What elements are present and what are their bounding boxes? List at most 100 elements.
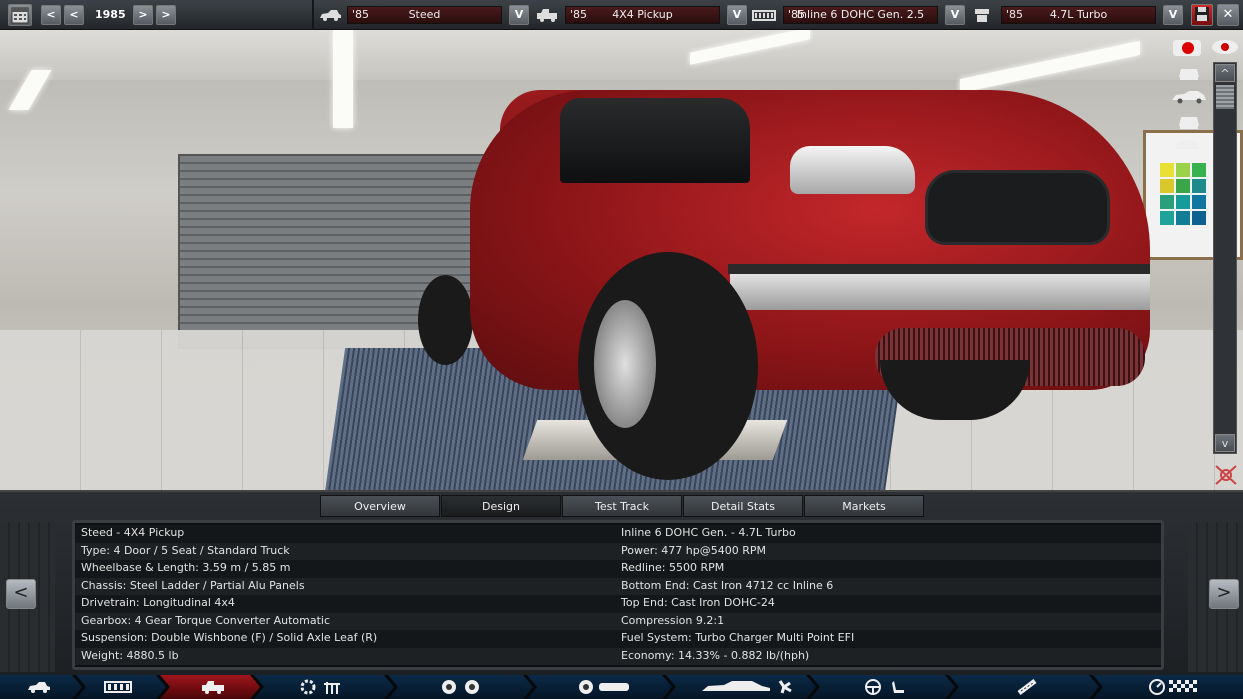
car-model-icon	[320, 10, 341, 21]
wheelbase-value: Wheelbase & Length: 3.59 m / 5.85 m	[81, 561, 291, 574]
calendar-icon[interactable]	[8, 4, 32, 26]
trim-selector[interactable]: '85 4X4 Pickup	[565, 6, 720, 24]
truck-window	[560, 98, 750, 183]
detail-row: Steed - 4X4 Pickup Inline 6 DOHC Gen. - …	[75, 525, 1161, 543]
bottom-end-value: Bottom End: Cast Iron 4712 cc Inline 6	[621, 578, 834, 592]
detail-row: Chassis: Steel Ladder / Partial Alu Pane…	[75, 577, 1161, 595]
type-value: Type: 4 Door / 5 Seat / Standard Truck	[81, 543, 290, 557]
interior-icon	[864, 679, 910, 695]
engine-icon	[300, 679, 350, 695]
design-details-table: Steed - 4X4 Pickup Inline 6 DOHC Gen. - …	[72, 520, 1164, 670]
detail-row: Gearbox: 4 Gear Torque Converter Automat…	[75, 612, 1161, 630]
scroll-down-button[interactable]: v	[1215, 434, 1235, 452]
gearbox-value: Gearbox: 4 Gear Torque Converter Automat…	[81, 613, 331, 627]
truck-headlight	[790, 146, 915, 194]
close-icon[interactable]: ✕	[1217, 4, 1239, 26]
stage-interior[interactable]	[810, 675, 955, 699]
camera-record-icon[interactable]	[1172, 36, 1202, 58]
detail-row: Type: 4 Door / 5 Seat / Standard Truck P…	[75, 542, 1161, 560]
toolbar-divider	[312, 0, 314, 30]
car-3d-viewport[interactable]: ^ v	[0, 30, 1243, 490]
brakes-icon	[577, 679, 633, 695]
stage-test-track[interactable]	[1093, 675, 1243, 699]
stage-engine[interactable]	[254, 675, 394, 699]
truck-grille	[925, 170, 1110, 245]
zoom-scrollbar[interactable]: ^ v	[1213, 62, 1237, 454]
reset-camera-icon[interactable]	[1212, 462, 1240, 488]
suspension-icon	[440, 679, 484, 695]
year-back-fast-button[interactable]: <	[41, 5, 61, 25]
tab-overview[interactable]: Overview	[320, 495, 440, 517]
info-panel: Overview Design Test Track Detail Stats …	[0, 490, 1243, 675]
car-name-value: Steed - 4X4 Pickup	[81, 526, 185, 539]
front-view-icon[interactable]	[1174, 61, 1204, 83]
car-model-name: Steed	[408, 8, 441, 21]
exhaust-icon	[1015, 679, 1041, 695]
drivetrain-value: Drivetrain: Longitudinal 4x4	[81, 596, 235, 609]
detail-row: Weight: 4880.5 lb Economy: 14.33% - 0.88…	[75, 647, 1161, 665]
save-icon[interactable]	[1191, 4, 1213, 26]
calendar-glyph	[11, 7, 29, 24]
truck-bumper-bar	[728, 264, 1150, 274]
weight-value: Weight: 4880.5 lb	[81, 648, 179, 662]
stage-brakes[interactable]	[527, 675, 672, 699]
stage-body-aero[interactable]	[666, 675, 816, 699]
body-aero-icon	[700, 679, 796, 695]
redline-value: Redline: 5500 RPM	[621, 561, 725, 574]
engine-family-name: Inline 6 DOHC Gen. 2.5	[796, 8, 925, 21]
prev-car-button[interactable]: <	[6, 579, 36, 609]
test-track-icon	[1149, 679, 1197, 695]
three-quarter-view-icon[interactable]	[1172, 134, 1202, 156]
engine-block-icon	[752, 10, 776, 21]
ceiling-light	[333, 30, 353, 128]
top-end-value: Top End: Cast Iron DOHC-24	[621, 596, 775, 609]
top-toolbar: < < 1985 > > '85 Steed V '85 4X4 Pickup …	[0, 0, 1243, 30]
engine-variant-icon	[975, 9, 989, 22]
stage-trim[interactable]	[160, 675, 260, 699]
stage-body[interactable]	[76, 675, 166, 699]
year-back-button[interactable]: <	[64, 5, 84, 25]
chassis-value: Chassis: Steel Ladder / Partial Alu Pane…	[81, 578, 305, 592]
detail-row: Drivetrain: Longitudinal 4x4 Top End: Ca…	[75, 595, 1161, 613]
trim-icon-active	[200, 679, 226, 695]
stage-exhaust[interactable]	[949, 675, 1099, 699]
trim-body-icon	[104, 679, 132, 695]
power-value: Power: 477 hp@5400 RPM	[621, 543, 766, 557]
next-car-button[interactable]: >	[1209, 579, 1239, 609]
engine-variant-dropdown-button[interactable]: V	[1163, 5, 1183, 25]
car-model-selector[interactable]: '85 Steed	[347, 6, 502, 24]
trim-body-icon	[537, 9, 557, 22]
tab-design[interactable]: Design	[441, 495, 561, 517]
engine-name-value: Inline 6 DOHC Gen. - 4.7L Turbo	[621, 526, 796, 539]
year-forward-button[interactable]: >	[133, 5, 153, 25]
wheel-rim	[594, 300, 656, 428]
engine-family-selector[interactable]: '85 Inline 6 DOHC Gen. 2.5	[783, 6, 938, 24]
side-view-icon[interactable]	[1170, 86, 1208, 108]
model-year: 1985	[95, 8, 126, 21]
engine-variant-name: 4.7L Turbo	[1049, 8, 1108, 21]
suspension-value: Suspension: Double Wishbone (F) / Solid …	[81, 631, 378, 644]
trim-name: 4X4 Pickup	[612, 8, 673, 21]
stage-car-model[interactable]	[0, 675, 82, 699]
floppy-glyph	[1195, 7, 1209, 21]
trim-dropdown-button[interactable]: V	[727, 5, 747, 25]
rear-view-icon[interactable]	[1174, 110, 1204, 132]
engine-variant-selector[interactable]: '85 4.7L Turbo	[1001, 6, 1156, 24]
engine-family-dropdown-button[interactable]: V	[945, 5, 965, 25]
year-forward-fast-button[interactable]: >	[156, 5, 176, 25]
car-model-dropdown-button[interactable]: V	[509, 5, 529, 25]
design-stage-nav	[0, 675, 1243, 699]
scroll-up-button[interactable]: ^	[1215, 64, 1235, 82]
stage-suspension[interactable]	[388, 675, 533, 699]
car-model-icon	[28, 682, 50, 693]
scroll-thumb[interactable]	[1216, 85, 1234, 109]
rear-wheel	[418, 275, 473, 365]
tab-markets[interactable]: Markets	[804, 495, 924, 517]
eye-icon[interactable]	[1210, 36, 1240, 58]
economy-value: Economy: 14.33% - 0.882 lb/(hph)	[621, 648, 810, 662]
detail-row: Wheelbase & Length: 3.59 m / 5.85 m Redl…	[75, 560, 1161, 578]
fuel-system-value: Fuel System: Turbo Charger Multi Point E…	[621, 631, 855, 644]
detail-row: Suspension: Double Wishbone (F) / Solid …	[75, 630, 1161, 648]
tab-detail-stats[interactable]: Detail Stats	[683, 495, 803, 517]
tab-test-track[interactable]: Test Track	[562, 495, 682, 517]
